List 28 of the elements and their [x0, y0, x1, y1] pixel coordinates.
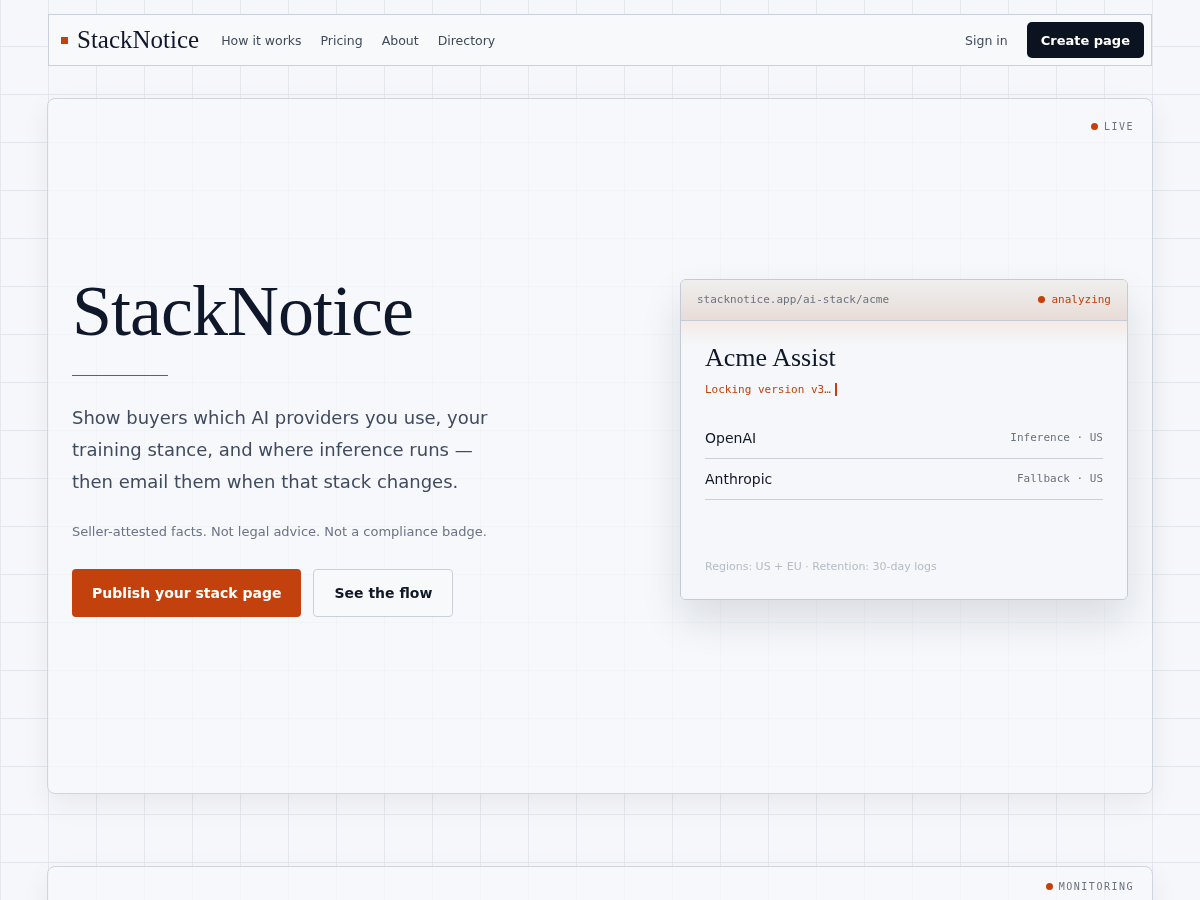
preview-url: stacknotice.app/ai-stack/acme	[697, 293, 891, 306]
product-name: Acme Assist	[705, 342, 837, 373]
preview-footer: Regions: US + EU · Retention: 30-day logs	[705, 559, 1103, 573]
text-cursor	[834, 382, 837, 396]
sign-in-link[interactable]: Sign in	[965, 32, 1008, 48]
status-dot	[1045, 883, 1053, 890]
provider-detail: Fallback · US	[1016, 472, 1103, 485]
analyzing-status: analyzing	[1051, 293, 1111, 306]
hero-title: StackNotice	[72, 275, 414, 347]
brand-logo[interactable]: StackNotice	[77, 26, 200, 54]
nav-link[interactable]: Pricing	[320, 32, 363, 48]
nav-link[interactable]: About	[381, 32, 419, 48]
provider-name: Anthropic	[705, 470, 773, 487]
publish-button[interactable]: Publish your stack page	[72, 569, 302, 617]
logo-icon	[61, 36, 68, 44]
status-dot	[1038, 296, 1046, 303]
see-flow-button[interactable]: See the flow	[313, 569, 454, 617]
progress-text: Locking version v3…	[705, 382, 831, 396]
create-page-button[interactable]: Create page	[1026, 22, 1144, 58]
nav-link[interactable]: How it works	[221, 32, 302, 48]
nav-link[interactable]: Directory	[437, 32, 496, 48]
status-dot	[1090, 123, 1098, 130]
status-label: LIVE	[1103, 121, 1134, 132]
provider-detail: Inference · US	[1010, 431, 1103, 444]
hero-lead: Show buyers which AI providers you use, your training stance, and where inference runs — then email them when that stack changes.	[72, 406, 489, 494]
status-label: MONITORING	[1058, 881, 1134, 892]
disclaimer-text: Seller-attested facts. Not legal advice. Not a compliance badge.	[72, 524, 488, 539]
provider-name: OpenAI	[705, 429, 757, 446]
